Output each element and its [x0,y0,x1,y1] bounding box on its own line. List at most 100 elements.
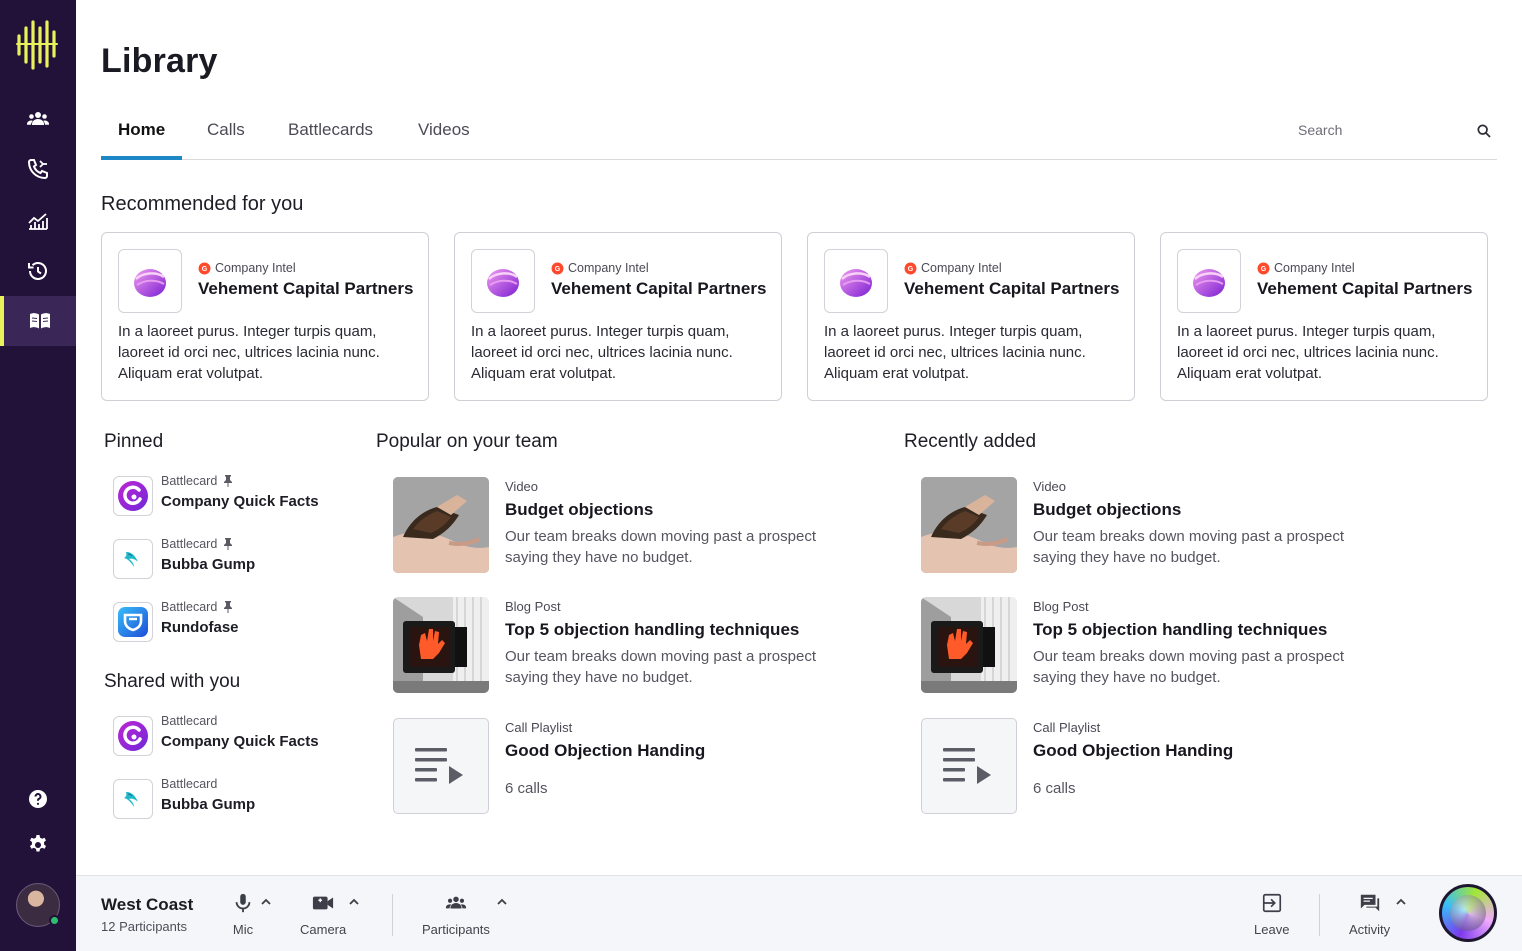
recent-item[interactable]: Video Budget objections Our team breaks … [921,477,1391,573]
recent-heading: Recently added [904,431,1037,452]
card-category: G Company Intel [198,261,296,275]
playlist-icon [415,748,463,784]
help-icon [29,790,47,808]
recommended-card[interactable]: G Company Intel Vehement Capital Partner… [101,232,429,401]
media-title: Good Objection Handing [1033,741,1234,760]
shared-item-name: Bubba Gump [161,796,256,813]
popular-item[interactable]: Video Budget objections Our team breaks … [393,477,863,573]
search-icon[interactable] [1476,123,1492,139]
card-category: G Company Intel [1257,261,1355,275]
media-type: Video [505,479,539,494]
mic-options-chevron-up-icon[interactable] [260,896,272,908]
participant-count: 12 Participants [101,919,187,934]
pinned-item-type-label: Battlecard [161,600,218,614]
media-description: Our team breaks down moving past a prosp… [505,528,816,566]
tab-home[interactable]: Home [118,120,165,140]
phone-icon [27,159,48,180]
sidebar-item-history[interactable] [0,246,76,296]
pinned-item-name: Company Quick Facts [161,493,319,510]
sidebar-item-library[interactable] [0,296,76,346]
participants-options-chevron-up-icon[interactable] [496,896,508,908]
divider [1319,894,1320,936]
recent-item[interactable]: Blog Post Top 5 objection handling techn… [921,597,1391,693]
svg-text:G: G [555,265,561,272]
shared-item-type: Battlecard [161,714,218,728]
company-intel-logo [824,249,888,313]
card-description: In a laoreet purus. Integer turpis quam,… [118,323,380,382]
card-category-label: Company Intel [921,261,1002,275]
media-description: Our team breaks down moving past a prosp… [1033,648,1344,686]
playlist-thumbnail [921,718,1017,814]
video-thumbnail [921,477,1017,573]
blog-thumbnail [393,597,489,693]
g2-icon: G [904,262,917,274]
leave-exit-icon [1262,893,1281,913]
recommended-card[interactable]: G Company Intel Vehement Capital Partner… [1160,232,1488,401]
g2-icon: G [551,262,564,274]
sidebar-item-analytics[interactable] [0,196,76,246]
card-category-label: Company Intel [568,261,649,275]
media-type: Blog Post [1033,599,1089,614]
pinned-item-type-label: Battlecard [161,537,218,551]
pin-icon [224,601,233,613]
pinned-heading: Pinned [104,431,164,452]
participants-icon [445,896,467,909]
card-title: Vehement Capital Partners [551,279,767,298]
popular-item[interactable]: Blog Post Top 5 objection handling techn… [393,597,863,693]
sidebar-item-calls[interactable] [0,144,76,194]
activity-label: Activity [1349,922,1391,937]
card-category-label: Company Intel [1274,261,1355,275]
svg-text:G: G [202,265,208,272]
battlecard-logo [113,779,153,819]
history-icon [28,262,47,280]
mic-button[interactable]: Mic [232,892,254,940]
divider [392,894,393,936]
tab-battlecards[interactable]: Battlecards [288,120,373,140]
sidebar-item-team[interactable] [0,94,76,144]
camera-options-chevron-up-icon[interactable] [348,896,360,908]
recommended-card[interactable]: G Company Intel Vehement Capital Partner… [454,232,782,401]
main-content: Library Home Calls Battlecards Videos Re… [76,0,1522,875]
activity-options-chevron-up-icon[interactable] [1395,896,1407,908]
playlist-icon [943,748,991,784]
library-book-icon [30,313,50,329]
battlecard-logo [113,476,153,516]
card-title: Vehement Capital Partners [198,279,414,298]
media-title: Budget objections [1033,500,1182,519]
video-thumbnail [393,477,489,573]
recent-item[interactable]: Call Playlist Good Objection Handing 6 c… [921,718,1391,814]
tab-calls[interactable]: Calls [207,120,245,140]
media-type: Call Playlist [1033,720,1101,735]
g2-icon: G [1257,262,1270,274]
pin-icon [224,475,233,487]
popular-item[interactable]: Call Playlist Good Objection Handing 6 c… [393,718,863,814]
search-input[interactable] [1298,122,1448,138]
recommended-card[interactable]: G Company Intel Vehement Capital Partner… [807,232,1135,401]
assistant-orb-button[interactable] [1439,884,1497,942]
media-title: Top 5 objection handling techniques [1033,620,1328,639]
company-intel-logo [471,249,535,313]
user-avatar[interactable] [16,883,60,927]
camera-button[interactable]: Camera [300,892,346,940]
camera-label: Camera [300,922,347,937]
team-icon [27,112,49,125]
chat-activity-icon [1360,894,1379,912]
tab-videos[interactable]: Videos [418,120,470,140]
svg-text:G: G [908,265,914,272]
pinned-item-type-label: Battlecard [161,474,218,488]
sidebar-item-settings[interactable] [0,820,76,870]
activity-button[interactable]: Activity [1349,892,1390,940]
room-name: West Coast [101,895,194,914]
participants-button[interactable]: Participants [422,892,490,940]
active-tab-indicator [101,156,182,160]
media-subtitle: 6 calls [505,780,548,797]
sidebar-item-help[interactable] [0,774,76,824]
media-type: Blog Post [505,599,561,614]
media-title: Good Objection Handing [505,741,706,760]
app-logo[interactable] [14,18,62,70]
leave-button[interactable]: Leave [1254,892,1289,940]
analytics-icon [28,213,48,230]
card-title: Vehement Capital Partners [904,279,1120,298]
battlecard-logo [113,602,153,642]
company-intel-logo [1177,249,1241,313]
